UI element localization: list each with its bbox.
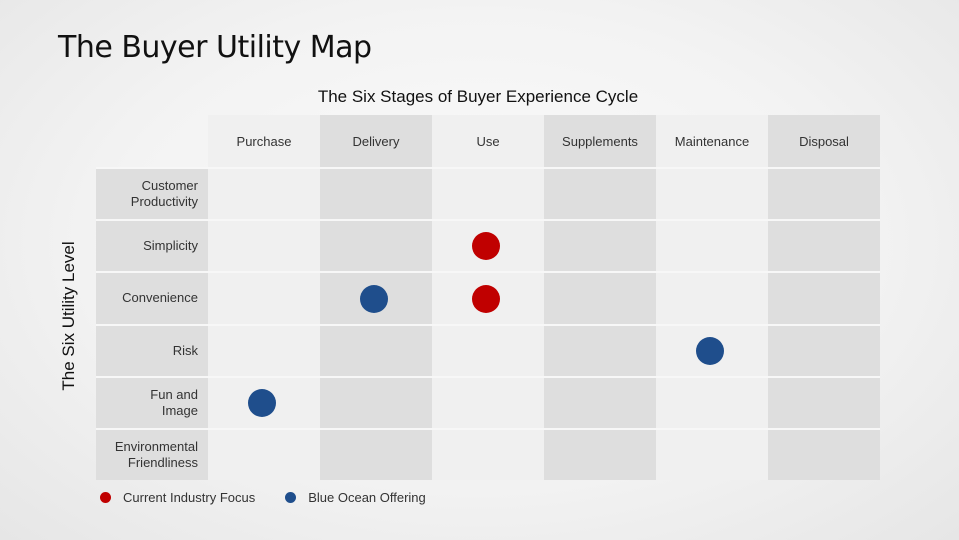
level-label-text: Simplicity bbox=[143, 238, 198, 254]
level-label-risk: Risk bbox=[96, 323, 208, 376]
level-label-convenience: Convenience bbox=[96, 271, 208, 324]
legend-dot-icon bbox=[100, 492, 111, 503]
grid-cell bbox=[656, 428, 768, 481]
grid-cell bbox=[656, 375, 768, 428]
level-label-text: Fun and Image bbox=[150, 386, 198, 418]
grid-cell bbox=[432, 375, 544, 428]
slide-title: The Buyer Utility Map bbox=[58, 30, 372, 65]
stage-label: Purchase bbox=[236, 133, 292, 149]
grid-cell bbox=[432, 167, 544, 220]
grid-cell bbox=[768, 167, 880, 220]
level-label-text: Environmental Friendliness bbox=[114, 439, 198, 471]
utility-level-axis-label: The Six Utility Level bbox=[59, 241, 78, 391]
grid-cell bbox=[768, 375, 880, 428]
stages-heading: The Six Stages of Buyer Experience Cycle bbox=[317, 87, 639, 106]
stage-label: Use bbox=[476, 133, 500, 149]
stage-header-maintenance: Maintenance bbox=[656, 115, 768, 167]
grid-cell bbox=[320, 375, 432, 428]
blue-ocean-offering-marker bbox=[696, 336, 724, 365]
grid-cell bbox=[544, 219, 656, 272]
grid-cell bbox=[768, 271, 880, 324]
grid-cell bbox=[544, 375, 656, 428]
legend-label: Current Industry Focus bbox=[123, 490, 256, 505]
level-label-fun-and-image: Fun and Image bbox=[96, 375, 208, 428]
legend-item-current: Current Industry Focus bbox=[100, 490, 255, 505]
stage-header-use: Use bbox=[432, 115, 544, 167]
grid-cell bbox=[656, 271, 768, 324]
level-label-environmental-friendliness: Environmental Friendliness bbox=[96, 428, 208, 481]
legend-item-blue-ocean: Blue Ocean Offering bbox=[285, 490, 426, 505]
grid-cell bbox=[544, 323, 656, 376]
level-label-text: Convenience bbox=[122, 290, 198, 306]
legend-dot-icon bbox=[285, 492, 297, 503]
grid-cell bbox=[544, 428, 656, 481]
buyer-utility-grid: Purchase Delivery Use Supplements Maintenanc… bbox=[96, 115, 880, 481]
grid-cell bbox=[544, 167, 656, 220]
legend: Current Industry Focus Blue Ocean Offerin… bbox=[100, 490, 456, 505]
grid-cell bbox=[768, 219, 880, 272]
grid-cell bbox=[320, 167, 432, 220]
stage-header-delivery: Delivery bbox=[320, 115, 432, 167]
grid-cell bbox=[768, 428, 880, 481]
grid-cell bbox=[656, 167, 768, 220]
grid-cell bbox=[208, 167, 320, 220]
grid-cell bbox=[320, 323, 432, 376]
stage-label: Maintenance bbox=[674, 133, 750, 149]
grid-cell bbox=[208, 271, 320, 324]
stage-label: Supplements bbox=[562, 133, 638, 149]
grid-cell bbox=[208, 219, 320, 272]
level-label-text: Risk bbox=[172, 342, 198, 358]
level-label-simplicity: Simplicity bbox=[96, 219, 208, 272]
current-industry-focus-marker bbox=[472, 284, 500, 313]
blue-ocean-offering-marker bbox=[248, 388, 276, 417]
current-industry-focus-marker bbox=[472, 232, 500, 261]
legend-label: Blue Ocean Offering bbox=[308, 490, 426, 505]
grid-cell bbox=[432, 323, 544, 376]
grid-cell bbox=[768, 323, 880, 376]
grid-cell bbox=[432, 428, 544, 481]
grid-cell bbox=[320, 428, 432, 481]
blue-ocean-offering-marker bbox=[360, 284, 388, 313]
level-label-customer-productivity: Customer Productivity bbox=[96, 167, 208, 220]
stage-header-purchase: Purchase bbox=[208, 115, 320, 167]
level-label-text: Customer Productivity bbox=[130, 178, 198, 210]
stage-label: Disposal bbox=[799, 133, 849, 149]
grid-cell bbox=[208, 428, 320, 481]
stage-label: Delivery bbox=[352, 133, 400, 149]
stage-header-supplements: Supplements bbox=[544, 115, 656, 167]
grid-cell bbox=[320, 219, 432, 272]
grid-cell bbox=[656, 219, 768, 272]
grid-cell bbox=[544, 271, 656, 324]
grid-cell bbox=[208, 323, 320, 376]
stage-header-disposal: Disposal bbox=[768, 115, 880, 167]
